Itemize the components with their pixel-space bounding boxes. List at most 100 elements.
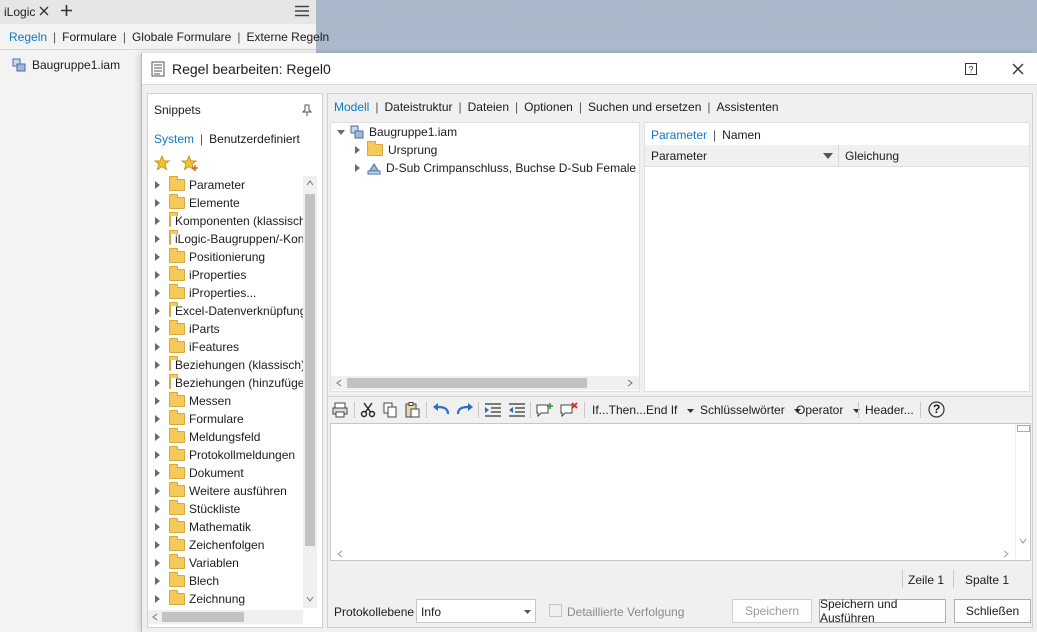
tab-assistenten[interactable]: Assistenten (717, 100, 779, 114)
model-tree-hscroll[interactable] (331, 376, 639, 390)
tab-modell[interactable]: Modell (334, 100, 369, 114)
ilogic-tab-title[interactable]: iLogic (4, 5, 35, 19)
chevron-right-icon[interactable] (155, 397, 160, 405)
chevron-right-icon[interactable] (155, 253, 160, 261)
chevron-right-icon[interactable] (155, 415, 160, 423)
chevron-right-icon[interactable] (155, 271, 160, 279)
tab-formulare[interactable]: Formulare (62, 30, 117, 44)
snippet-category[interactable]: Mathematik (155, 518, 303, 536)
comment-remove-icon[interactable] (560, 402, 578, 418)
chevron-right-icon[interactable] (155, 487, 160, 495)
chevron-right-icon[interactable] (155, 469, 160, 477)
snippet-category[interactable]: Blech (155, 572, 303, 590)
scroll-thumb[interactable] (1017, 425, 1030, 432)
add-tab-icon[interactable] (60, 4, 73, 17)
keywords-dropdown[interactable]: Schlüsselwörter (700, 403, 802, 417)
chevron-right-icon[interactable] (155, 199, 160, 207)
chevron-right-icon[interactable] (155, 361, 160, 369)
chevron-right-icon[interactable] (155, 289, 160, 297)
chevron-right-icon[interactable] (155, 181, 160, 189)
tree-node-dsub[interactable]: D-Sub Crimpanschluss, Buchse D-Sub Femal… (355, 159, 640, 177)
help-icon[interactable]: ? (965, 63, 977, 75)
snippet-category[interactable]: Elemente (155, 194, 303, 212)
menu-icon[interactable] (295, 5, 309, 17)
scroll-down-icon[interactable] (1019, 538, 1027, 544)
editor-hscroll[interactable] (331, 548, 1015, 560)
redo-icon[interactable] (456, 402, 474, 418)
snippet-category[interactable]: Komponenten (klassisch) (155, 212, 303, 230)
snippet-category[interactable]: Parameter (155, 176, 303, 194)
snippet-category[interactable]: Dokument (155, 464, 303, 482)
scroll-down-icon[interactable] (306, 596, 314, 602)
snippet-category[interactable]: iFeatures (155, 338, 303, 356)
tab-dateien[interactable]: Dateien (468, 100, 509, 114)
ifthen-dropdown[interactable]: If...Then...End If (592, 403, 694, 417)
chevron-right-icon[interactable] (155, 559, 160, 567)
operator-dropdown[interactable]: Operator (796, 403, 860, 417)
code-editor[interactable] (330, 423, 1031, 561)
save-and-run-button[interactable]: Speichern und Ausführen (819, 597, 946, 625)
tab-globale-formulare[interactable]: Globale Formulare (132, 30, 231, 44)
snippet-category[interactable]: Variablen (155, 554, 303, 572)
indent-icon[interactable] (484, 402, 502, 418)
snippet-category[interactable]: iProperties (155, 266, 303, 284)
chevron-right-icon[interactable] (155, 343, 160, 351)
scroll-left-icon[interactable] (336, 379, 342, 387)
snippet-category[interactable]: Excel-Datenverknüpfung (155, 302, 303, 320)
chevron-right-icon[interactable] (155, 505, 160, 513)
paste-icon[interactable] (404, 402, 420, 418)
star-icon[interactable] (154, 155, 170, 171)
undo-icon[interactable] (432, 402, 450, 418)
snippet-category[interactable]: iParts (155, 320, 303, 338)
tab-benutzerdefiniert[interactable]: Benutzerdefiniert (209, 132, 300, 146)
snippet-category[interactable]: Positionierung (155, 248, 303, 266)
chevron-right-icon[interactable] (355, 146, 360, 154)
chevron-right-icon[interactable] (155, 451, 160, 459)
pin-icon[interactable] (302, 104, 312, 116)
tree-root[interactable]: Baugruppe1.iam (337, 123, 457, 141)
chevron-right-icon[interactable] (155, 433, 160, 441)
tab-externe-regeln[interactable]: Externe Regeln (246, 30, 329, 44)
tab-optionen[interactable]: Optionen (524, 100, 573, 114)
copy-icon[interactable] (382, 402, 398, 418)
snippet-category[interactable]: Messen (155, 392, 303, 410)
chevron-down-icon[interactable] (337, 129, 345, 135)
column-header-parameter[interactable]: Parameter (651, 149, 707, 163)
tab-parameter[interactable]: Parameter (651, 128, 707, 142)
snippet-category[interactable]: Stückliste (155, 500, 303, 518)
snippet-category[interactable]: Zeichnung (155, 590, 303, 608)
chevron-right-icon[interactable] (155, 577, 160, 585)
chevron-right-icon[interactable] (155, 595, 160, 603)
snippet-category[interactable]: Formulare (155, 410, 303, 428)
snippet-category[interactable]: Beziehungen (klassisch) (155, 356, 303, 374)
tab-namen[interactable]: Namen (722, 128, 761, 142)
scroll-thumb[interactable] (162, 612, 244, 622)
save-button[interactable]: Speichern (732, 599, 812, 623)
close-icon[interactable] (1012, 63, 1024, 75)
scroll-thumb[interactable] (305, 194, 315, 546)
header-button[interactable]: Header... (865, 403, 914, 417)
tab-dateistruktur[interactable]: Dateistruktur (384, 100, 452, 114)
print-icon[interactable] (332, 402, 348, 418)
snippet-category[interactable]: Meldungsfeld (155, 428, 303, 446)
chevron-right-icon[interactable] (155, 325, 160, 333)
scroll-left-icon[interactable] (337, 550, 343, 558)
sort-desc-icon[interactable] (823, 153, 833, 159)
chevron-right-icon[interactable] (155, 307, 160, 315)
cut-icon[interactable] (360, 402, 376, 418)
snippets-vscroll[interactable] (303, 176, 317, 608)
star-add-icon[interactable] (181, 155, 199, 171)
scroll-right-icon[interactable] (627, 379, 633, 387)
chevron-right-icon[interactable] (155, 379, 160, 387)
editor-vscroll[interactable] (1015, 424, 1030, 560)
snippet-category[interactable]: Weitere ausführen (155, 482, 303, 500)
snippet-category[interactable]: Beziehungen (hinzufügen) (155, 374, 303, 392)
outdent-icon[interactable] (508, 402, 526, 418)
chevron-right-icon[interactable] (155, 217, 160, 225)
scroll-right-icon[interactable] (1003, 550, 1009, 558)
chevron-right-icon[interactable] (155, 523, 160, 531)
scroll-left-icon[interactable] (152, 613, 158, 621)
tab-suchen-und-ersetzen[interactable]: Suchen und ersetzen (588, 100, 701, 114)
help-icon[interactable]: ? (928, 401, 945, 418)
snippet-category[interactable]: Zeichenfolgen (155, 536, 303, 554)
